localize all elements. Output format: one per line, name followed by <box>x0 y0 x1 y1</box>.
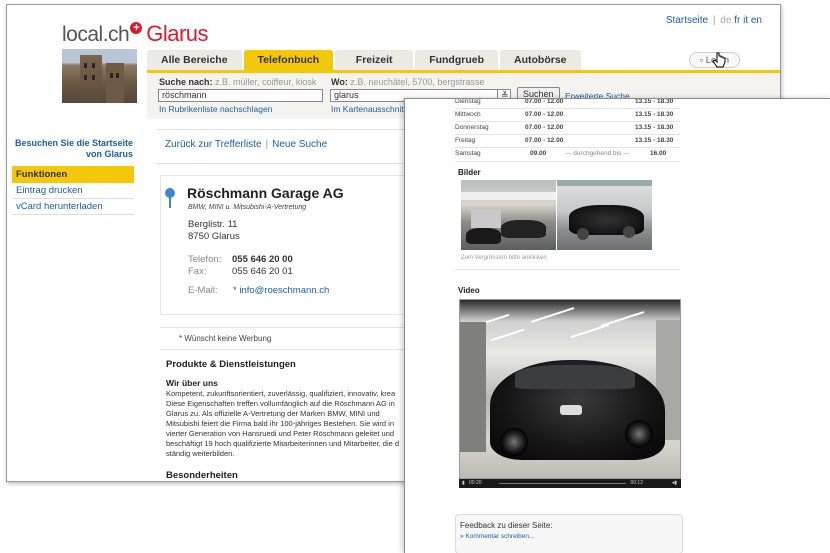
logo-city: Glarus <box>146 21 208 46</box>
video-time-current: 00:20 <box>469 480 482 486</box>
divider <box>160 349 420 350</box>
video-time-total: 00:12 <box>630 480 643 486</box>
fax-label: Fax: <box>188 266 207 277</box>
logo-brand: local.ch <box>62 23 130 46</box>
divider <box>455 121 680 122</box>
divider <box>455 134 680 135</box>
products-heading: Produkte & Dienstleistungen <box>166 359 296 370</box>
images-caption: Zum Vergrössern bitte anklicken <box>461 255 547 261</box>
video-seek-bar[interactable] <box>499 483 626 484</box>
fax-number: 055 646 20 01 <box>232 266 293 277</box>
lang-en[interactable]: en <box>751 15 762 26</box>
divider <box>455 147 680 148</box>
header-town-photo <box>62 49 137 103</box>
no-ads-note: * Wünscht keine Werbung <box>179 334 272 343</box>
map-pin-stem <box>169 196 171 208</box>
logo-plus-icon: + <box>130 22 143 34</box>
search-what-label: Suche nach: z.B. müller, coiffeur, kiosk <box>159 77 317 87</box>
visit-homepage-link-line2[interactable]: von Glarus <box>7 149 133 160</box>
rubric-list-link[interactable]: In Rubrikenliste nachschlagen <box>159 104 272 114</box>
home-link[interactable]: Startseite <box>666 15 708 26</box>
search-where-label: Wo: z.B. neuchâtel, 5700, bergstrasse <box>331 77 485 87</box>
search-what-input[interactable]: röschmann <box>158 89 323 102</box>
tab-alle-bereiche[interactable]: Alle Bereiche <box>147 50 242 70</box>
lang-de[interactable]: de <box>720 15 731 26</box>
hand-cursor-icon <box>712 52 726 68</box>
video-heading: Video <box>458 286 480 295</box>
phone-number[interactable]: 055 646 20 00 <box>232 254 293 265</box>
email-label: E-Mail: <box>188 285 218 296</box>
gallery-thumbnail[interactable] <box>557 180 652 250</box>
detail-popup-window: Dienstag 07.00 - 12.00 13.15 - 18.30 Mittw… <box>404 98 830 553</box>
volume-icon[interactable]: ◂▮ <box>672 479 677 488</box>
tab-autoboerse[interactable]: Autobörse <box>500 50 581 70</box>
address-street: Berglistr. 11 <box>188 219 238 230</box>
divider <box>455 108 680 109</box>
video-player[interactable] <box>459 299 681 479</box>
main-tabs: Alle Bereiche Telefonbuch Freizeit Fundg… <box>147 50 581 70</box>
breadcrumb: Zurück zur Trefferliste | Neue Suche <box>165 139 327 150</box>
divider <box>455 269 680 270</box>
special-features-heading: Besonderheiten <box>166 470 238 481</box>
about-us-text: Kompetent, zukunftsorientiert, zuverläss… <box>166 389 400 458</box>
write-comment-link[interactable]: » Kommentar schreiben... <box>460 533 534 540</box>
video-controls: ▮ 00:20 00:12 ◂▮ <box>459 479 681 488</box>
functions-header: Funktionen <box>12 166 134 183</box>
site-logo[interactable]: local.ch + Glarus <box>62 21 208 47</box>
functions-panel: Funktionen Eintrag drucken vCard herunte… <box>12 166 134 215</box>
gallery-thumbnail[interactable] <box>461 180 556 250</box>
images-heading: Bilder <box>458 168 481 177</box>
tab-telefonbuch[interactable]: Telefonbuch <box>243 50 334 70</box>
tab-fundgrueb[interactable]: Fundgrueb <box>415 50 499 70</box>
divider <box>160 327 420 328</box>
top-links: Startseite | de fr it en <box>666 15 762 26</box>
download-vcard-link[interactable]: vCard herunterladen <box>12 199 134 215</box>
visit-homepage-link-line1[interactable]: Besuchen Sie die Startseite <box>7 138 133 149</box>
business-name: Röschmann Garage AG <box>187 185 344 201</box>
breadcrumb-separator: | <box>265 139 269 150</box>
divider <box>455 161 680 162</box>
tab-freizeit[interactable]: Freizeit <box>335 50 414 70</box>
back-to-results-link[interactable]: Zurück zur Trefferliste <box>165 139 262 150</box>
top-links-separator: | <box>712 15 716 26</box>
new-search-link[interactable]: Neue Suche <box>272 139 327 150</box>
phone-label: Telefon: <box>188 254 222 265</box>
print-entry-link[interactable]: Eintrag drucken <box>12 183 134 199</box>
business-tagline: BMW, MINI u. Mitsubishi-A-Vertretung <box>188 204 307 211</box>
email-link[interactable]: * info@roeschmann.ch <box>233 285 329 296</box>
map-search-link[interactable]: Im Kartenausschnitt s <box>331 104 413 114</box>
play-icon[interactable]: ▮ <box>462 479 465 488</box>
about-us-heading: Wir über uns <box>166 378 218 388</box>
lang-it[interactable]: it <box>743 15 748 26</box>
feedback-title: Feedback zu dieser Seite: <box>460 521 553 530</box>
lang-fr[interactable]: fr <box>734 15 740 26</box>
address-city: 8750 Glarus <box>188 231 240 242</box>
